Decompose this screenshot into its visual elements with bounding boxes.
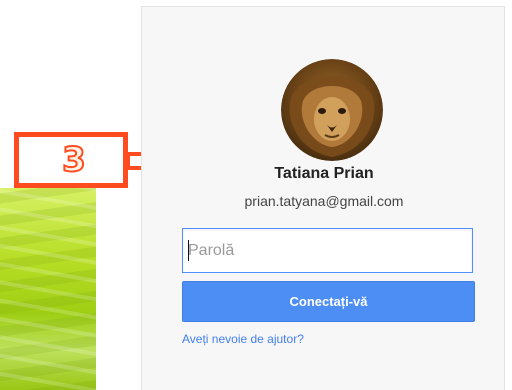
- profile-avatar: [281, 59, 383, 161]
- lion-avatar-icon: [281, 59, 383, 161]
- step-callout-box: 3: [14, 132, 128, 188]
- password-input[interactable]: [182, 228, 473, 273]
- text-caret: [188, 240, 189, 261]
- background-image-green: [0, 188, 96, 390]
- help-link[interactable]: Aveți nevoie de ajutor?: [182, 332, 304, 346]
- step-number: 3: [61, 140, 87, 180]
- account-email: prian.tatyana@gmail.com: [244, 193, 404, 209]
- signin-card: Tatiana Prian prian.tatyana@gmail.com Co…: [141, 6, 505, 390]
- account-name: Tatiana Prian: [274, 165, 374, 182]
- signin-button[interactable]: Conectați-vă: [182, 281, 475, 322]
